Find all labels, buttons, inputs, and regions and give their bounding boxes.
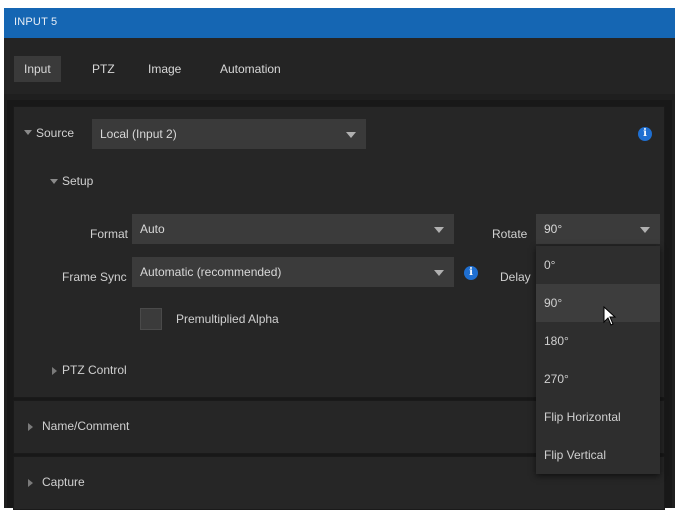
ptz-control-expand-icon[interactable] xyxy=(52,367,57,375)
mouse-pointer-icon xyxy=(603,306,617,326)
rotate-value: 90° xyxy=(544,222,563,236)
setup-label: Setup xyxy=(62,174,94,188)
source-select[interactable]: Local (Input 2) xyxy=(92,119,366,149)
rotate-option-90[interactable]: 90° xyxy=(536,284,660,322)
name-comment-label: Name/Comment xyxy=(42,419,130,433)
tab-input[interactable]: Input xyxy=(14,56,61,82)
rotate-option-flip-vertical[interactable]: Flip Vertical xyxy=(536,436,660,474)
tab-bar: Input PTZ Image Automation xyxy=(4,38,675,94)
rotate-select[interactable]: 90° xyxy=(536,214,660,244)
title-bar: INPUT 5 xyxy=(4,8,675,38)
rotate-label: Rotate xyxy=(492,227,528,241)
capture-expand-icon[interactable] xyxy=(28,479,33,487)
source-value: Local (Input 2) xyxy=(100,127,177,141)
source-label: Source xyxy=(36,126,75,140)
capture-label: Capture xyxy=(42,475,85,489)
frame-sync-info-icon[interactable]: i xyxy=(464,266,478,280)
window-title: INPUT 5 xyxy=(14,16,58,28)
setup-collapse-icon[interactable] xyxy=(50,179,58,184)
premultiplied-alpha-label: Premultiplied Alpha xyxy=(176,312,279,326)
tab-image[interactable]: Image xyxy=(138,56,191,82)
premultiplied-alpha-checkbox[interactable] xyxy=(140,308,162,330)
rotate-option-0[interactable]: 0° xyxy=(536,246,660,284)
format-select[interactable]: Auto xyxy=(132,214,454,244)
tab-automation[interactable]: Automation xyxy=(210,56,291,82)
chevron-down-icon xyxy=(640,227,650,233)
chevron-down-icon xyxy=(434,270,444,276)
frame-sync-select[interactable]: Automatic (recommended) xyxy=(132,257,454,287)
source-collapse-icon[interactable] xyxy=(24,130,32,135)
frame-sync-value: Automatic (recommended) xyxy=(140,265,282,279)
name-comment-expand-icon[interactable] xyxy=(28,423,33,431)
frame-sync-label: Frame Sync xyxy=(62,270,127,284)
chevron-down-icon xyxy=(434,227,444,233)
ptz-control-label[interactable]: PTZ Control xyxy=(62,363,127,377)
rotate-option-flip-horizontal[interactable]: Flip Horizontal xyxy=(536,398,660,436)
rotate-option-180[interactable]: 180° xyxy=(536,322,660,360)
format-label: Format xyxy=(90,227,129,241)
rotate-option-270[interactable]: 270° xyxy=(536,360,660,398)
delay-label: Delay xyxy=(500,270,531,284)
source-info-icon[interactable]: i xyxy=(638,127,652,141)
chevron-down-icon xyxy=(346,132,356,138)
rotate-dropdown-list: 0° 90° 180° 270° Flip Horizontal Flip Ve… xyxy=(536,246,660,474)
format-value: Auto xyxy=(140,222,165,236)
tab-ptz[interactable]: PTZ xyxy=(82,56,125,82)
